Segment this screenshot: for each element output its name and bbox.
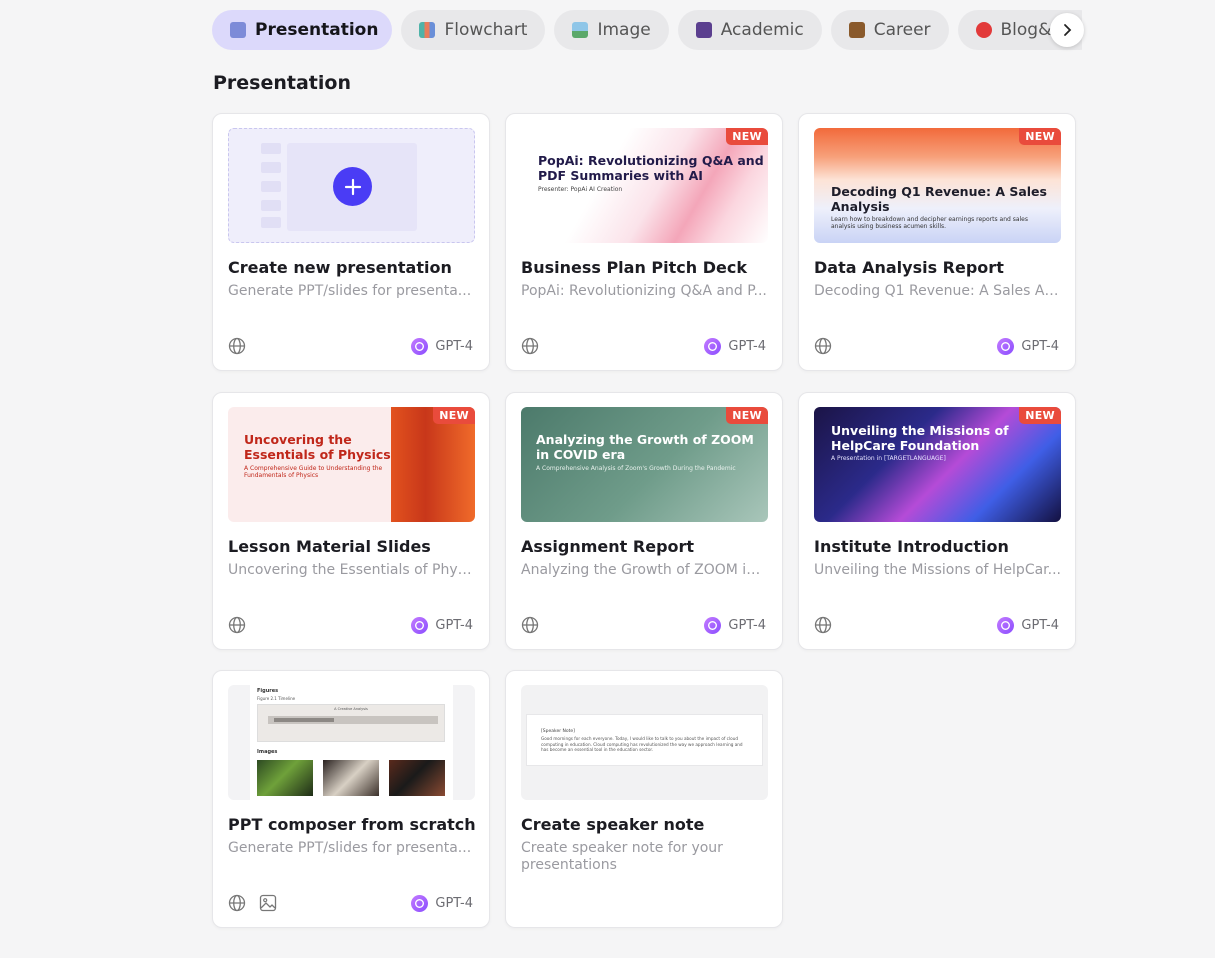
institute-thumbnail: Unveiling the Missions of HelpCare Found… bbox=[814, 407, 1061, 522]
globe-icon bbox=[521, 616, 539, 634]
card-description: Generate PPT/slides for presenta... bbox=[228, 283, 472, 299]
image-icon bbox=[259, 894, 277, 912]
tab-image[interactable]: Image bbox=[554, 10, 669, 50]
card-data-analysis-report[interactable]: Decoding Q1 Revenue: A Sales Analysis Le… bbox=[798, 113, 1076, 371]
card-description: Uncovering the Essentials of Phys... bbox=[228, 562, 476, 578]
card-description: Create speaker note for your presentatio… bbox=[521, 840, 723, 873]
tab-academic[interactable]: Academic bbox=[677, 10, 822, 50]
card-title: Data Analysis Report bbox=[814, 258, 1004, 277]
card-title: Lesson Material Slides bbox=[228, 537, 431, 556]
globe-icon bbox=[228, 616, 246, 634]
tabs-next-button[interactable] bbox=[1050, 13, 1084, 47]
pin-icon bbox=[975, 22, 992, 38]
globe-icon bbox=[228, 894, 246, 912]
bar-chart-icon bbox=[419, 22, 436, 38]
card-create-new-presentation[interactable]: Create new presentation Generate PPT/sli… bbox=[212, 113, 490, 371]
chevron-right-icon bbox=[1064, 24, 1072, 36]
briefcase-icon bbox=[848, 22, 865, 38]
card-ppt-composer[interactable]: Figures Figure 2.1 Timeline A Creative A… bbox=[212, 670, 490, 928]
new-badge: NEW bbox=[433, 407, 475, 424]
card-create-speaker-note[interactable]: [Speaker Note] Good mornings for each ev… bbox=[505, 670, 783, 928]
gpt-logo-icon bbox=[704, 337, 722, 355]
new-badge: NEW bbox=[1019, 407, 1061, 424]
speaker-note-thumbnail: [Speaker Note] Good mornings for each ev… bbox=[521, 685, 768, 800]
pitch-deck-thumbnail: PopAi: Revolutionizing Q&A and PDF Summa… bbox=[521, 128, 768, 243]
gpt-logo-icon bbox=[997, 337, 1015, 355]
model-badge: GPT-4 bbox=[411, 894, 473, 912]
model-badge: GPT-4 bbox=[997, 337, 1059, 355]
card-description: Generate PPT/slides for presenta... bbox=[228, 840, 472, 856]
model-badge: GPT-4 bbox=[411, 616, 473, 634]
card-description: PopAi: Revolutionizing Q&A and P... bbox=[521, 283, 767, 299]
card-institute-introduction[interactable]: Unveiling the Missions of HelpCare Found… bbox=[798, 392, 1076, 650]
gpt-logo-icon bbox=[411, 616, 429, 634]
model-badge: GPT-4 bbox=[704, 616, 766, 634]
section-title: Presentation bbox=[213, 72, 351, 94]
globe-icon bbox=[814, 337, 832, 355]
physics-thumbnail: Uncovering the Essentials of Physics A C… bbox=[228, 407, 475, 522]
card-assignment-report[interactable]: Analyzing the Growth of ZOOM in COVID er… bbox=[505, 392, 783, 650]
data-analysis-thumbnail: Decoding Q1 Revenue: A Sales Analysis Le… bbox=[814, 128, 1061, 243]
plus-icon[interactable] bbox=[333, 167, 372, 206]
card-lesson-material-slides[interactable]: Uncovering the Essentials of Physics A C… bbox=[212, 392, 490, 650]
new-badge: NEW bbox=[726, 407, 768, 424]
card-title: PPT composer from scratch bbox=[228, 815, 476, 834]
globe-icon bbox=[521, 337, 539, 355]
model-badge: GPT-4 bbox=[997, 616, 1059, 634]
gpt-logo-icon bbox=[997, 616, 1015, 634]
category-tabs: Presentation Flowchart Image Academic Ca… bbox=[212, 10, 1082, 50]
card-title: Institute Introduction bbox=[814, 537, 1009, 556]
tab-presentation[interactable]: Presentation bbox=[212, 10, 393, 50]
card-description: Unveiling the Missions of HelpCar... bbox=[814, 562, 1061, 578]
card-title: Assignment Report bbox=[521, 537, 695, 556]
zoom-thumbnail: Analyzing the Growth of ZOOM in COVID er… bbox=[521, 407, 768, 522]
tab-flowchart[interactable]: Flowchart bbox=[401, 10, 546, 50]
gpt-logo-icon bbox=[411, 337, 429, 355]
new-presentation-thumbnail bbox=[228, 128, 475, 243]
tv-icon bbox=[230, 22, 246, 38]
card-description: Analyzing the Growth of ZOOM in ... bbox=[521, 562, 769, 578]
gpt-logo-icon bbox=[411, 894, 429, 912]
globe-icon bbox=[814, 616, 832, 634]
composer-thumbnail: Figures Figure 2.1 Timeline A Creative A… bbox=[228, 685, 475, 800]
model-badge: GPT-4 bbox=[411, 337, 473, 355]
book-icon bbox=[695, 22, 712, 38]
new-badge: NEW bbox=[1019, 128, 1061, 145]
picture-icon bbox=[572, 22, 589, 38]
card-title: Create new presentation bbox=[228, 258, 452, 277]
new-badge: NEW bbox=[726, 128, 768, 145]
gpt-logo-icon bbox=[704, 616, 722, 634]
card-business-plan-pitch-deck[interactable]: PopAi: Revolutionizing Q&A and PDF Summa… bbox=[505, 113, 783, 371]
card-title: Business Plan Pitch Deck bbox=[521, 258, 747, 277]
globe-icon bbox=[228, 337, 246, 355]
model-badge: GPT-4 bbox=[704, 337, 766, 355]
card-title: Create speaker note bbox=[521, 815, 705, 834]
card-description: Decoding Q1 Revenue: A Sales An... bbox=[814, 283, 1062, 299]
tab-career[interactable]: Career bbox=[830, 10, 949, 50]
